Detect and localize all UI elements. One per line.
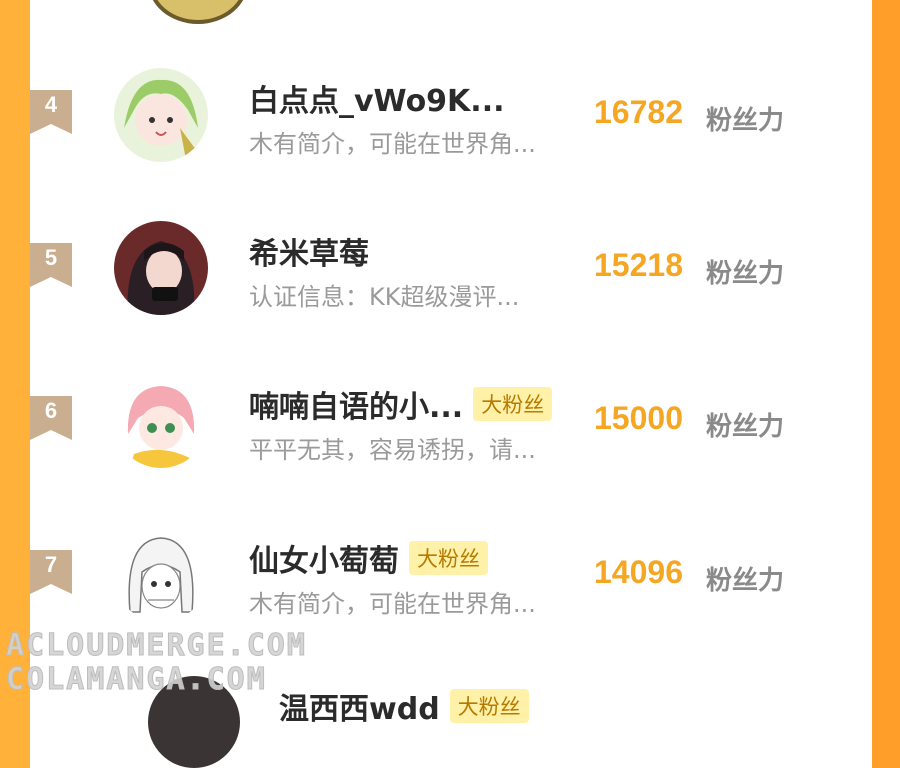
rank-number: 4 (44, 92, 58, 117)
fan-power-value: 14096 (594, 554, 683, 590)
big-fan-badge: 大粉丝 (473, 387, 553, 421)
fan-power-value: 15000 (594, 400, 683, 436)
avatar[interactable] (114, 374, 208, 468)
fan-power-label: 粉丝力 (706, 412, 785, 442)
rank-number: 5 (44, 245, 58, 270)
avatar[interactable] (114, 221, 208, 315)
watermark-colamanga: COLAMANGA.COM (6, 662, 267, 698)
avatar[interactable] (114, 528, 208, 622)
user-name[interactable]: 白点点_vWo9K... (249, 76, 505, 120)
fan-power-label: 粉丝力 (706, 259, 785, 289)
rank-badge: 4 (30, 90, 72, 134)
user-name[interactable]: 仙女小萄萄 (249, 536, 399, 580)
user-name[interactable]: 希米草莓 (249, 229, 369, 273)
list-item[interactable]: 5 希米草莓 认证信息：KK超级漫评... 15218 粉丝力 (0, 219, 842, 329)
rank-number: 7 (44, 552, 58, 577)
fan-power-label: 粉丝力 (706, 566, 785, 596)
big-fan-badge: 大粉丝 (409, 541, 488, 575)
user-bio: 认证信息：KK超级漫评... (249, 283, 520, 311)
fan-power-label: 粉丝力 (706, 106, 785, 136)
watermark-acloudmerge: ACLOUDMERGE.COM (6, 628, 307, 664)
user-bio: 木有简介，可能在世界角... (249, 130, 536, 158)
avatar[interactable] (114, 68, 208, 162)
user-bio: 平平无其，容易诱拐，请... (249, 436, 536, 464)
list-item[interactable]: 7 仙女小萄萄 大粉丝 木有简介，可能在世界角... 14096 粉丝力 (0, 526, 842, 636)
list-item[interactable]: 4 白点点_vWo9K... 木有简介，可能在世界角... 16782 粉丝力 (0, 66, 842, 176)
fan-power-value: 15218 (594, 247, 683, 283)
big-fan-badge-partial: 大粉丝 (449, 689, 529, 723)
user-name-partial[interactable]: 温西西wdd (279, 684, 440, 728)
rank-badge: 5 (30, 243, 72, 287)
rank-badge: 6 (30, 396, 72, 440)
rank-number: 6 (44, 398, 58, 423)
user-bio: 木有简介，可能在世界角... (249, 590, 536, 618)
fan-power-value: 16782 (594, 94, 683, 130)
list-item[interactable]: 6 喃喃自语的小... 大粉丝 平平无其，容易诱拐，请... 15000 粉丝力 (0, 372, 842, 482)
user-name[interactable]: 喃喃自语的小... (249, 382, 463, 426)
rank-badge: 7 (30, 550, 72, 594)
